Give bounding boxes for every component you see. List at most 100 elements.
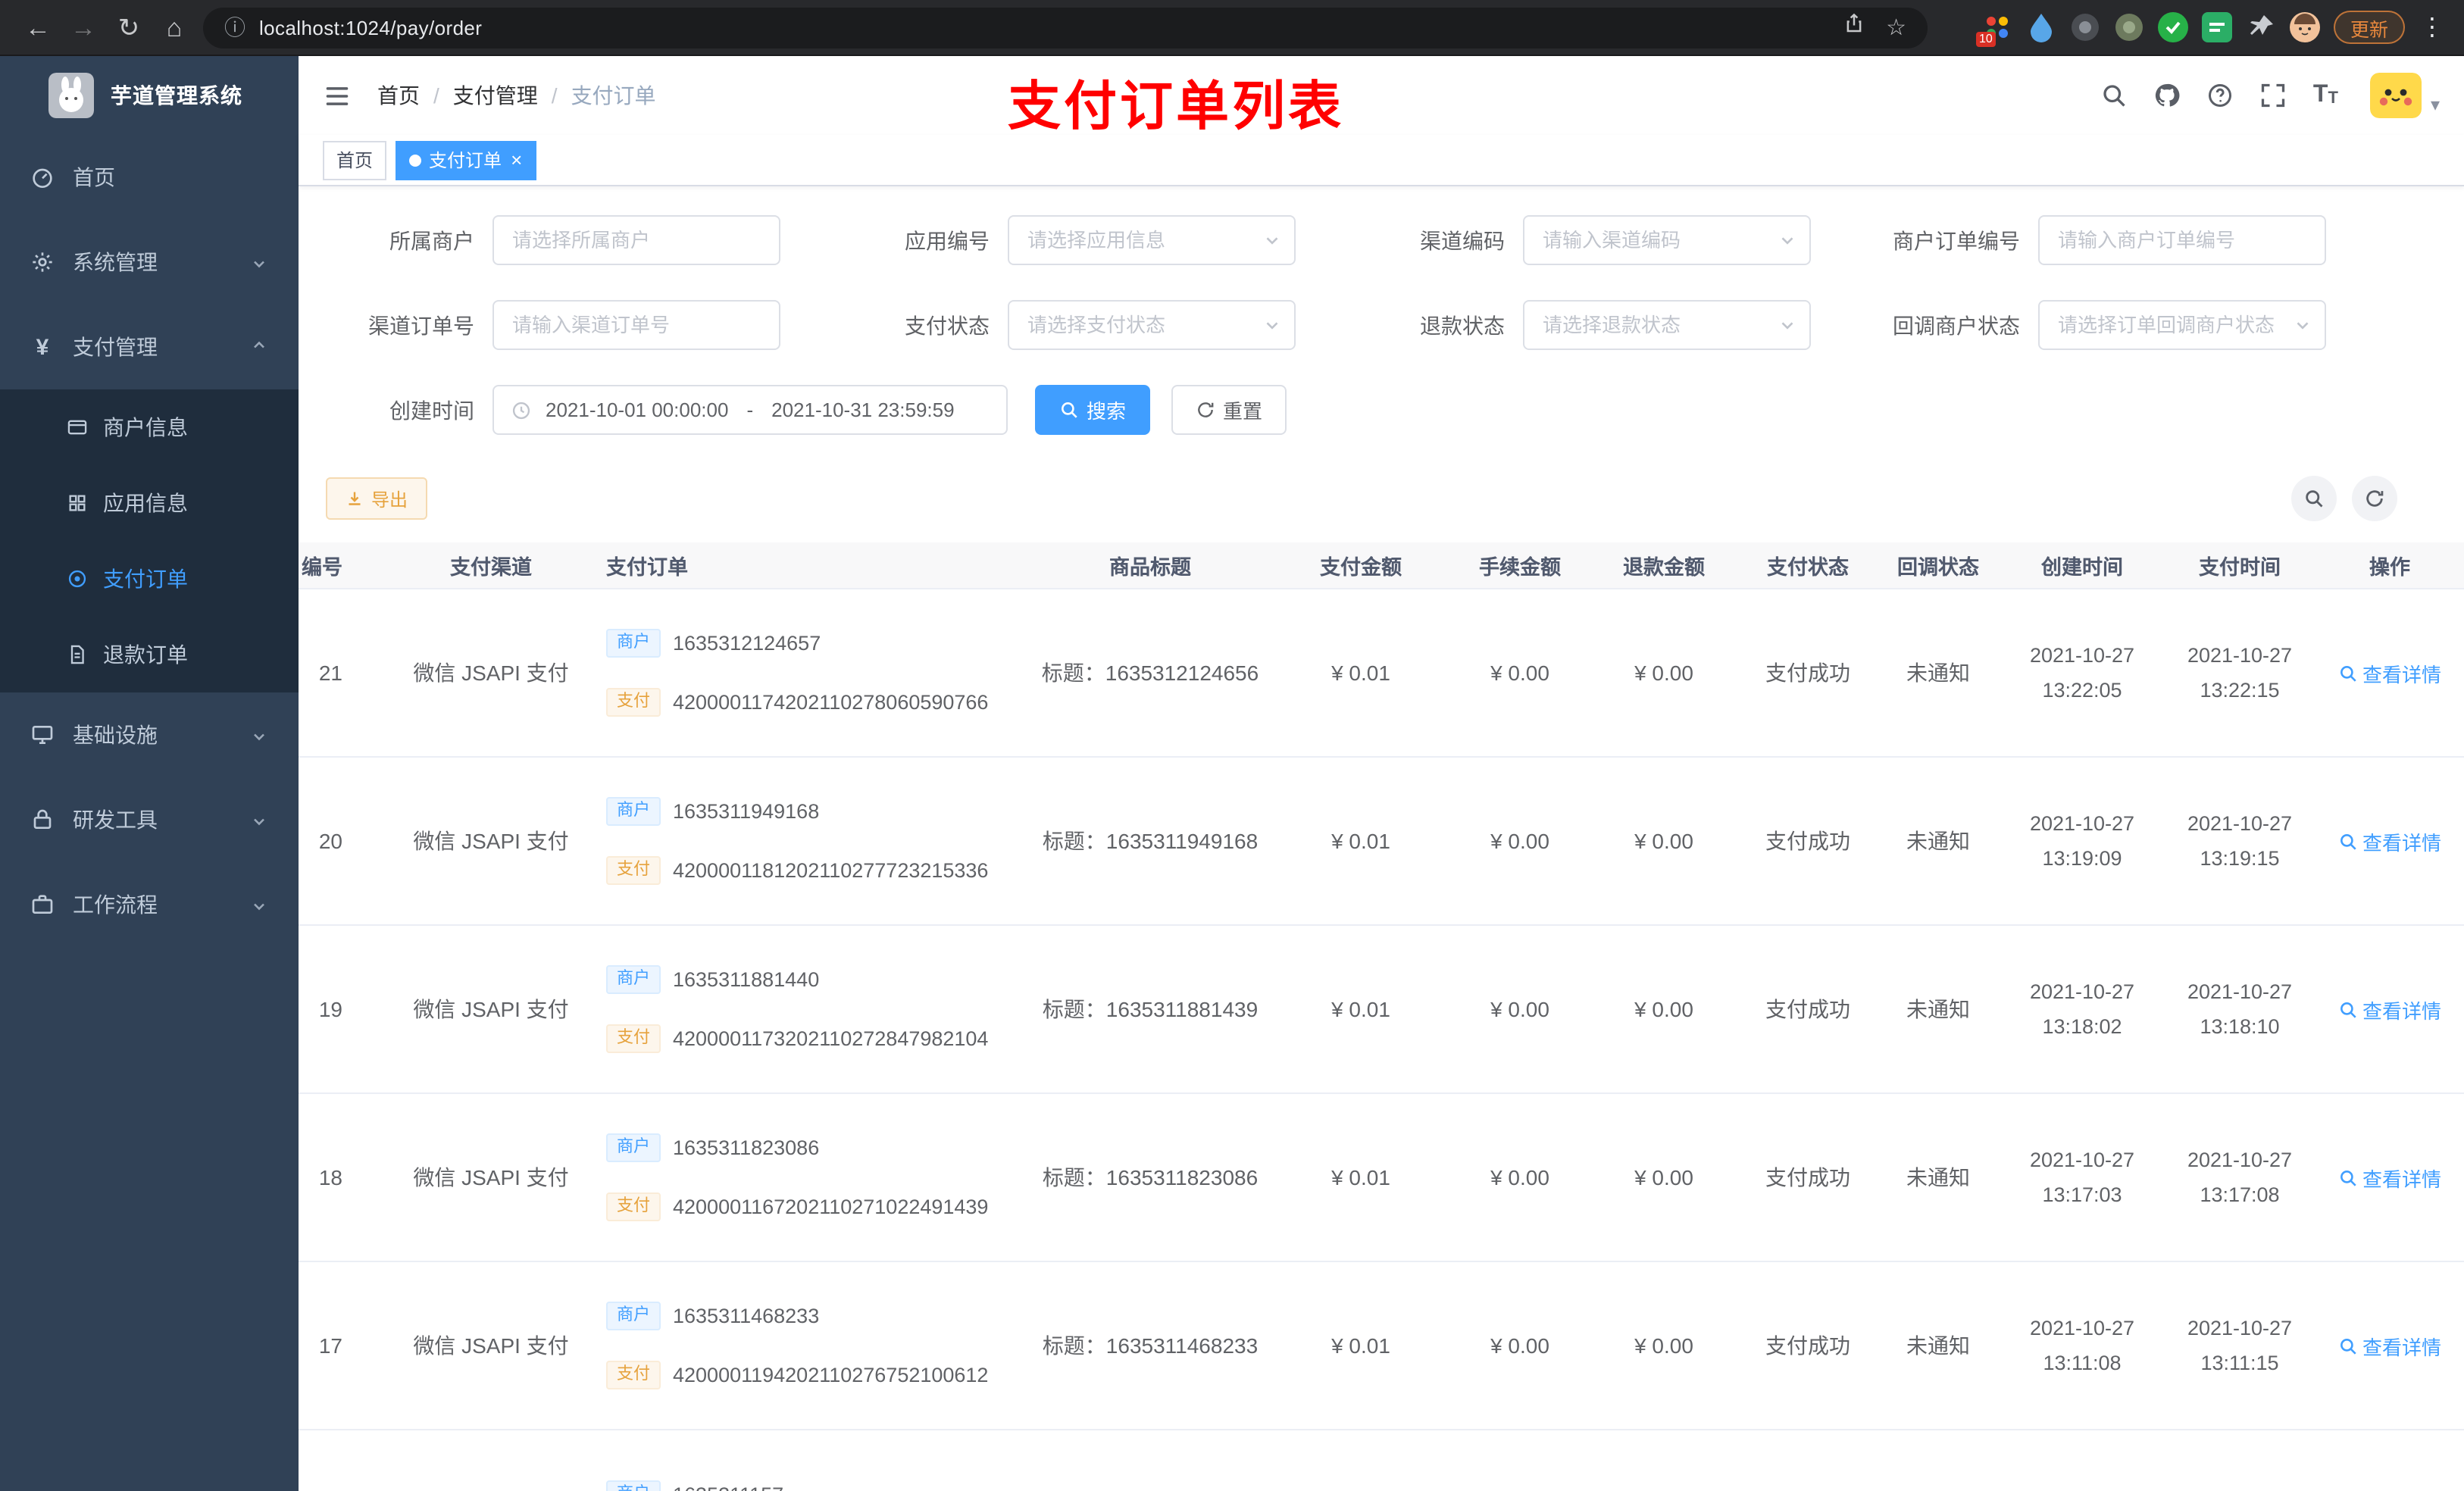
sidebar-item-merchant-info[interactable]: 商户信息 [0, 389, 299, 465]
tag-home[interactable]: 首页 [323, 140, 387, 180]
sidebar-fold-icon[interactable] [323, 81, 352, 110]
export-button-label: 导出 [371, 489, 408, 510]
search-icon[interactable] [2101, 82, 2128, 109]
breadcrumb: 首页 / 支付管理 / 支付订单 [377, 80, 656, 111]
reset-button[interactable]: 重置 [1171, 385, 1287, 435]
sidebar-item-payment[interactable]: ¥ 支付管理 [0, 305, 299, 389]
app-id-input[interactable] [1009, 217, 1294, 264]
cell-create-time: 2021-10-27 13:18:02 [2000, 974, 2164, 1044]
sidebar-item-label: 应用信息 [103, 491, 188, 515]
sidebar-item-home[interactable]: 首页 [0, 135, 299, 220]
extension-green-square-icon[interactable] [2201, 12, 2232, 42]
tag-label: 支付订单 [429, 150, 502, 171]
browser-home-icon[interactable]: ⌂ [152, 14, 197, 40]
dashboard-icon [30, 165, 55, 189]
extension-palette-icon[interactable]: 10 [1975, 12, 2012, 47]
profile-avatar-icon[interactable] [2289, 12, 2320, 42]
create-time-range[interactable]: 2021-10-01 00:00:00 - 2021-10-31 23:59:5… [492, 385, 1008, 435]
merchant-order-no-input[interactable] [2040, 217, 2325, 264]
cell-pay-order: 商户 1635311881440 支付 42000011732021102728… [600, 965, 1030, 1053]
app-id-select[interactable] [1008, 215, 1296, 265]
grid-icon [67, 492, 88, 514]
fullscreen-icon[interactable] [2260, 82, 2287, 109]
sidebar-item-app-info[interactable]: 应用信息 [0, 465, 299, 541]
cell-id: 19 [318, 997, 342, 1021]
pin-icon[interactable] [2246, 12, 2276, 42]
export-button[interactable]: 导出 [326, 477, 428, 520]
cell-notify: 未通知 [1906, 1333, 1970, 1358]
extension-green-check-icon[interactable] [2157, 12, 2188, 42]
channel-code-input[interactable] [1524, 217, 1809, 264]
merchant-order-no-box[interactable] [2038, 215, 2326, 265]
cell-actions: 查看详情 [2315, 1163, 2464, 1192]
extension-drop-icon[interactable] [2026, 12, 2056, 42]
search-button[interactable]: 搜索 [1035, 385, 1151, 435]
refund-status-select[interactable] [1523, 300, 1811, 350]
pay-status-input[interactable] [1009, 302, 1294, 349]
cell-id: 21 [318, 661, 342, 685]
breadcrumb-payment[interactable]: 支付管理 [453, 80, 538, 111]
help-icon[interactable] [2207, 82, 2234, 109]
cell-status: 支付成功 [1765, 1165, 1850, 1189]
callback-status-select[interactable] [2038, 300, 2326, 350]
sidebar-item-pay-order[interactable]: 支付订单 [0, 541, 299, 617]
merchant-tag: 商户 [606, 797, 661, 826]
navbar: 首页 / 支付管理 / 支付订单 支付订单列表 TT ▾ [299, 56, 2464, 136]
app-logo[interactable]: 芋道管理系统 [0, 56, 299, 135]
browser-toolbar: ← → ↻ ⌂ ⓘ localhost:1024/pay/order ☆ 10 … [0, 0, 2464, 56]
breadcrumb-separator: / [551, 83, 558, 108]
cell-actions: 查看详情 [2315, 658, 2464, 687]
cell-pay-time: 2021-10-27 13:17:08 [2164, 1142, 2315, 1212]
merchant-input[interactable] [494, 217, 779, 264]
address-bar[interactable]: ⓘ localhost:1024/pay/order ☆ [203, 7, 1928, 48]
view-detail-link[interactable]: 查看详情 [2338, 827, 2441, 855]
user-menu[interactable]: ▾ [2369, 73, 2440, 118]
extension-olive-circle-icon[interactable] [2114, 12, 2144, 42]
sidebar-item-refund-order[interactable]: 退款订单 [0, 617, 299, 692]
sidebar-item-infrastructure[interactable]: 基础设施 [0, 692, 299, 777]
tag-pay-order[interactable]: 支付订单 × [396, 140, 536, 180]
browser-forward-icon[interactable]: → [61, 14, 106, 40]
sidebar-item-system[interactable]: 系统管理 [0, 220, 299, 305]
view-detail-link[interactable]: 查看详情 [2338, 658, 2441, 687]
target-icon [67, 568, 88, 589]
page-title-annotation: 支付订单列表 [1008, 77, 1345, 136]
sidebar-item-label: 商户信息 [103, 415, 188, 439]
browser-reload-icon[interactable]: ↻ [106, 14, 152, 40]
main-area: 首页 / 支付管理 / 支付订单 支付订单列表 TT ▾ 首页 支付订单 × 所… [299, 56, 2464, 1491]
sidebar-item-dev-tools[interactable]: 研发工具 [0, 777, 299, 862]
channel-code-select[interactable] [1523, 215, 1811, 265]
hide-search-icon[interactable] [2291, 476, 2337, 521]
view-detail-link[interactable]: 查看详情 [2338, 1163, 2441, 1192]
pay-order-no: 4200001167202110271022491439 [673, 1196, 989, 1218]
github-icon[interactable] [2154, 82, 2181, 109]
channel-order-no-input[interactable] [494, 302, 779, 349]
merchant-filter: 所属商户 [326, 215, 780, 265]
breadcrumb-home[interactable]: 首页 [377, 80, 420, 111]
share-icon[interactable] [1842, 12, 1865, 42]
callback-status-input[interactable] [2040, 302, 2325, 349]
merchant-select[interactable] [492, 215, 780, 265]
channel-order-no-box[interactable] [492, 300, 780, 350]
search-button-label: 搜索 [1087, 400, 1127, 423]
refund-status-input[interactable] [1524, 302, 1809, 349]
site-info-icon[interactable]: ⓘ [224, 12, 245, 42]
sidebar-item-workflow[interactable]: 工作流程 [0, 862, 299, 947]
font-size-icon[interactable]: TT [2313, 83, 2338, 108]
view-detail-link[interactable]: 查看详情 [2338, 995, 2441, 1024]
field-label: 渠道订单号 [368, 313, 474, 337]
date-end: 2021-10-31 23:59:59 [771, 399, 955, 421]
cell-actions: 查看详情 [2315, 995, 2464, 1024]
url-text[interactable]: localhost:1024/pay/order [259, 16, 482, 39]
extension-dark-circle-icon[interactable] [2070, 12, 2100, 42]
chrome-update-button[interactable]: 更新 [2333, 11, 2405, 44]
cell-pay-order: 商户 1635311949168 支付 42000011812021102777… [600, 797, 1030, 885]
bookmark-star-icon[interactable]: ☆ [1886, 14, 1906, 41]
col-notify: 回调状态 [1897, 556, 1979, 579]
refresh-icon[interactable] [2352, 476, 2397, 521]
browser-menu-icon[interactable]: ⋮ [2419, 12, 2446, 42]
close-icon[interactable]: × [509, 150, 522, 170]
view-detail-link[interactable]: 查看详情 [2338, 1331, 2441, 1360]
browser-back-icon[interactable]: ← [15, 14, 61, 40]
pay-status-select[interactable] [1008, 300, 1296, 350]
